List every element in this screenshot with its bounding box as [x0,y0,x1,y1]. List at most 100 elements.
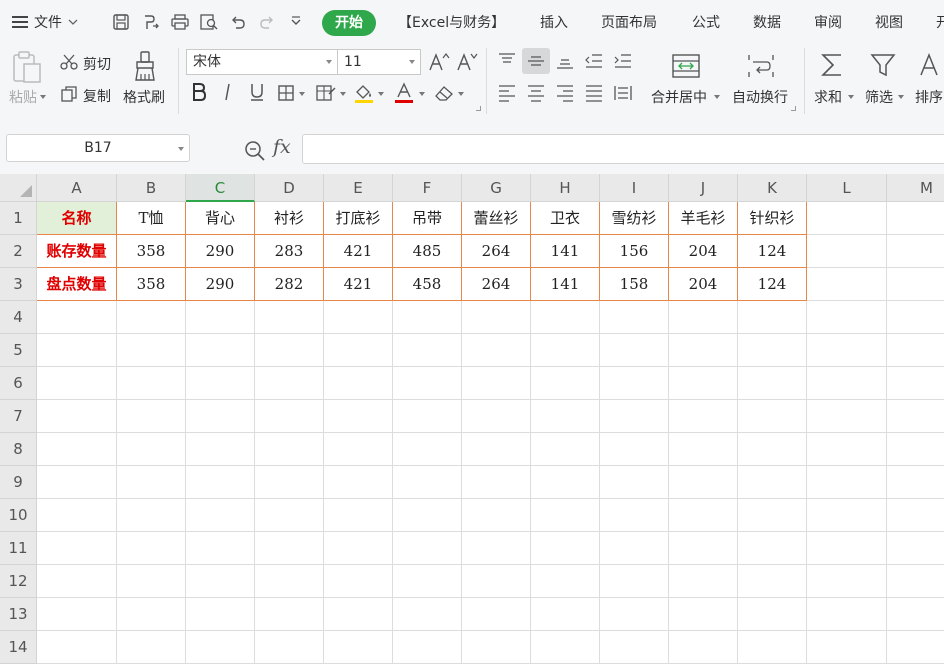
row-header-4[interactable]: 4 [0,301,37,334]
cell-h1[interactable]: 卫衣 [531,202,600,235]
cell-m6[interactable] [887,367,944,400]
cell-g7[interactable] [462,400,531,433]
cell-f10[interactable] [393,499,462,532]
align-top-icon[interactable] [497,52,517,70]
cell-l4[interactable] [807,301,887,334]
cell-i10[interactable] [600,499,669,532]
row-header-1[interactable]: 1 [0,202,37,235]
cell-e11[interactable] [324,532,393,565]
insert-function-button[interactable]: fx [273,136,291,158]
cell-c13[interactable] [186,598,255,631]
cell-k11[interactable] [738,532,807,565]
cell-j6[interactable] [669,367,738,400]
cell-k14[interactable] [738,631,807,664]
cell-d3[interactable]: 282 [255,268,324,301]
cell-c9[interactable] [186,466,255,499]
alignment-settings-launcher[interactable] [791,106,796,111]
name-box[interactable]: B17 [6,134,190,162]
cell-g12[interactable] [462,565,531,598]
bold-icon[interactable] [190,82,208,102]
font-color-dropdown-arrow[interactable] [419,92,425,96]
row-header-12[interactable]: 12 [0,565,37,598]
cell-e7[interactable] [324,400,393,433]
cell-e13[interactable] [324,598,393,631]
cell-i9[interactable] [600,466,669,499]
cell-i1[interactable]: 雪纺衫 [600,202,669,235]
cell-j7[interactable] [669,400,738,433]
cell-b5[interactable] [117,334,186,367]
cell-f5[interactable] [393,334,462,367]
cell-f12[interactable] [393,565,462,598]
undo-button[interactable] [229,10,247,34]
font-color-icon[interactable] [393,82,415,104]
cell-l7[interactable] [807,400,887,433]
cell-h14[interactable] [531,631,600,664]
cell-d11[interactable] [255,532,324,565]
cell-k8[interactable] [738,433,807,466]
paste-icon[interactable] [10,50,44,84]
sum-icon[interactable] [819,51,845,79]
increase-indent-icon[interactable] [613,52,633,70]
row-header-6[interactable]: 6 [0,367,37,400]
cell-b1[interactable]: T恤 [117,202,186,235]
cell-a7[interactable] [37,400,117,433]
cell-m5[interactable] [887,334,944,367]
cell-m4[interactable] [887,301,944,334]
wrap-text-icon[interactable] [746,52,776,80]
cell-d4[interactable] [255,301,324,334]
cell-k5[interactable] [738,334,807,367]
align-left-icon[interactable] [497,84,517,102]
column-header-i[interactable]: I [600,174,669,202]
cell-h13[interactable] [531,598,600,631]
cell-c11[interactable] [186,532,255,565]
cell-j9[interactable] [669,466,738,499]
increase-font-size-icon[interactable] [428,52,450,72]
cell-g2[interactable]: 264 [462,235,531,268]
cell-h10[interactable] [531,499,600,532]
cell-b14[interactable] [117,631,186,664]
cell-j11[interactable] [669,532,738,565]
cell-b11[interactable] [117,532,186,565]
cell-f7[interactable] [393,400,462,433]
cell-m11[interactable] [887,532,944,565]
cell-m12[interactable] [887,565,944,598]
cell-c2[interactable]: 290 [186,235,255,268]
cell-b4[interactable] [117,301,186,334]
cell-a9[interactable] [37,466,117,499]
cell-b6[interactable] [117,367,186,400]
tab-more[interactable]: 开 [936,12,944,32]
cell-e4[interactable] [324,301,393,334]
cell-j14[interactable] [669,631,738,664]
column-header-d[interactable]: D [255,174,324,202]
cell-e10[interactable] [324,499,393,532]
formula-input[interactable] [302,134,944,164]
eraser-icon[interactable] [433,84,455,102]
cell-c14[interactable] [186,631,255,664]
align-right-icon[interactable] [555,84,575,102]
cell-d2[interactable]: 283 [255,235,324,268]
tab-home[interactable]: 开始 [322,10,376,36]
cell-f13[interactable] [393,598,462,631]
cell-k10[interactable] [738,499,807,532]
cell-h3[interactable]: 141 [531,268,600,301]
cell-l14[interactable] [807,631,887,664]
cell-d5[interactable] [255,334,324,367]
cell-g8[interactable] [462,433,531,466]
format-painter-icon[interactable] [131,50,159,82]
cell-i14[interactable] [600,631,669,664]
print-button[interactable] [170,10,190,34]
cell-c8[interactable] [186,433,255,466]
zoom-icon[interactable] [244,140,266,162]
cell-d9[interactable] [255,466,324,499]
column-header-b[interactable]: B [117,174,186,202]
cell-f4[interactable] [393,301,462,334]
italic-icon[interactable] [221,82,235,102]
row-header-14[interactable]: 14 [0,631,37,664]
customize-quick-access-button[interactable] [290,10,302,34]
cell-i12[interactable] [600,565,669,598]
wrap-text-button[interactable]: 自动换行 [732,87,788,107]
cell-m13[interactable] [887,598,944,631]
cell-e6[interactable] [324,367,393,400]
row-header-5[interactable]: 5 [0,334,37,367]
cell-f1[interactable]: 吊带 [393,202,462,235]
